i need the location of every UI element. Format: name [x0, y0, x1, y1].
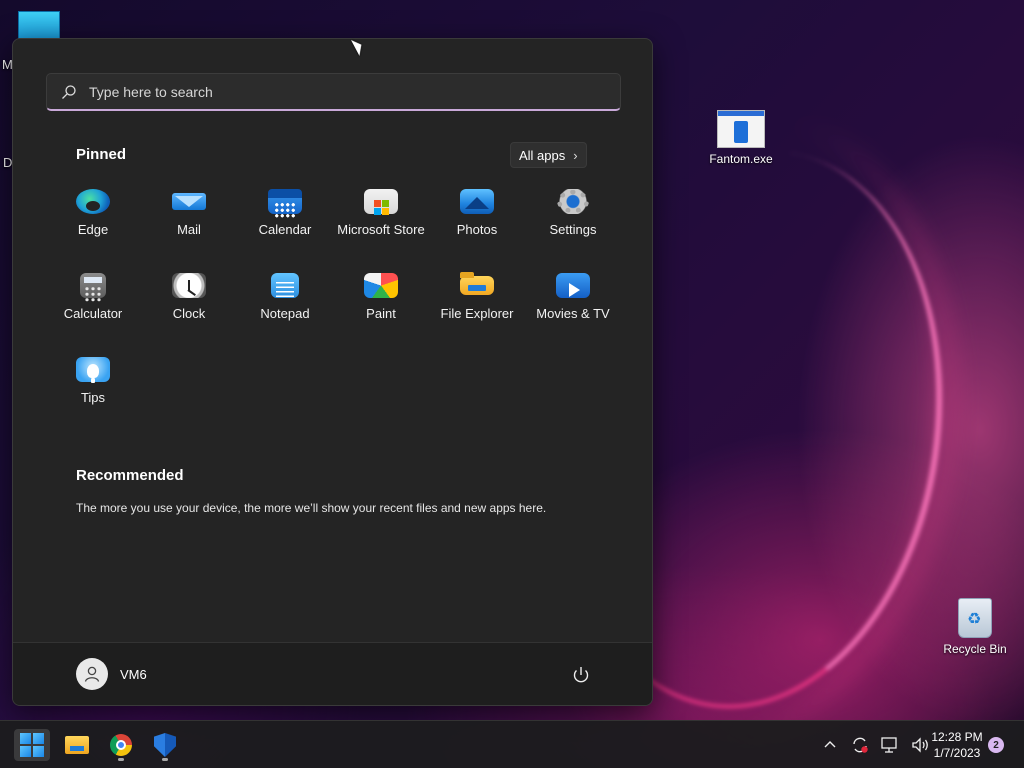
- user-avatar-icon: [76, 658, 108, 690]
- edge-icon: [76, 189, 110, 214]
- desktop-icon-label: Fantom.exe: [709, 152, 773, 166]
- start-menu: Pinned All apps › Edge Mail Calendar Mic…: [12, 38, 653, 706]
- network-icon[interactable]: [880, 735, 900, 755]
- chevron-right-icon: ›: [573, 147, 578, 163]
- start-footer: VM6: [13, 642, 652, 705]
- taskbar: 12:28 PM 1/7/2023 2: [0, 720, 1024, 768]
- notepad-icon: [271, 273, 299, 298]
- notification-badge[interactable]: 2: [988, 737, 1004, 753]
- pinned-app-mail[interactable]: Mail: [141, 189, 237, 237]
- search-input[interactable]: [89, 83, 589, 100]
- app-label: Settings: [549, 222, 597, 237]
- pinned-heading: Pinned: [76, 146, 127, 163]
- gear-icon: [556, 189, 590, 214]
- folder-icon: [65, 736, 89, 754]
- pinned-app-photos[interactable]: Photos: [429, 189, 525, 237]
- desktop-icon-fantom[interactable]: Fantom.exe: [699, 110, 783, 166]
- calendar-icon: [268, 189, 302, 218]
- recommended-empty-text: The more you use your device, the more w…: [76, 501, 547, 515]
- running-indicator: [118, 758, 124, 761]
- app-label: Calendar: [258, 222, 312, 237]
- desktop-icon-label: Recycle Bin: [943, 642, 1007, 656]
- executable-icon: [717, 110, 765, 148]
- pinned-app-calendar[interactable]: Calendar: [237, 189, 333, 237]
- pinned-app-movies-tv[interactable]: Movies & TV: [525, 273, 621, 321]
- lightbulb-icon: [76, 357, 110, 382]
- start-button[interactable]: [14, 729, 50, 761]
- user-account-button[interactable]: VM6: [76, 658, 147, 690]
- pinned-app-tips[interactable]: Tips: [45, 357, 141, 405]
- pinned-app-paint[interactable]: Paint: [333, 273, 429, 321]
- running-indicator: [162, 758, 168, 761]
- pinned-app-calculator[interactable]: Calculator: [45, 273, 141, 321]
- power-icon[interactable]: [570, 664, 592, 686]
- app-label: Clock: [172, 306, 206, 321]
- pinned-app-edge[interactable]: Edge: [45, 189, 141, 237]
- app-label: Microsoft Store: [337, 222, 425, 237]
- windows-logo-icon: [20, 733, 44, 757]
- app-label: Tips: [80, 390, 106, 405]
- pinned-app-clock[interactable]: Clock: [141, 273, 237, 321]
- pinned-app-settings[interactable]: Settings: [525, 189, 621, 237]
- pinned-app-notepad[interactable]: Notepad: [237, 273, 333, 321]
- clock-icon: [172, 273, 206, 298]
- clock-date: 1/7/2023: [933, 746, 981, 760]
- app-label: Photos: [456, 222, 498, 237]
- app-label: Edge: [77, 222, 109, 237]
- pinned-apps-grid: Edge Mail Calendar Microsoft Store Photo…: [45, 189, 621, 405]
- taskbar-windows-security[interactable]: [147, 729, 183, 761]
- sync-icon[interactable]: [850, 735, 870, 755]
- taskbar-clock[interactable]: 12:28 PM 1/7/2023: [924, 729, 990, 761]
- recycle-bin-icon: ♻: [958, 598, 992, 638]
- app-label: Calculator: [63, 306, 123, 321]
- app-label: File Explorer: [440, 306, 514, 321]
- app-label: Notepad: [260, 306, 310, 321]
- system-tray: [820, 721, 930, 768]
- desktop-icon-recycle-bin[interactable]: ♻ Recycle Bin: [933, 598, 1017, 656]
- all-apps-label: All apps: [519, 147, 566, 163]
- chevron-up-icon[interactable]: [820, 735, 840, 755]
- taskbar-file-explorer[interactable]: [59, 729, 95, 761]
- chrome-icon: [110, 734, 132, 756]
- app-label: Mail: [177, 222, 201, 237]
- calculator-icon: [80, 273, 106, 303]
- recommended-heading: Recommended: [76, 467, 184, 484]
- app-label: Paint: [366, 306, 396, 321]
- all-apps-button[interactable]: All apps ›: [510, 142, 587, 168]
- user-name: VM6: [120, 666, 147, 682]
- movies-icon: [556, 273, 590, 298]
- pinned-app-microsoft-store[interactable]: Microsoft Store: [333, 189, 429, 237]
- paint-icon: [364, 273, 398, 298]
- shield-icon: [154, 733, 176, 757]
- photos-icon: [460, 189, 494, 214]
- desktop-icon-partial[interactable]: [18, 11, 60, 41]
- taskbar-chrome[interactable]: [103, 729, 139, 761]
- mail-icon: [172, 193, 206, 210]
- pinned-app-file-explorer[interactable]: File Explorer: [429, 272, 525, 321]
- search-box[interactable]: [46, 73, 621, 111]
- store-icon: [364, 189, 398, 215]
- app-label: Movies & TV: [536, 306, 610, 321]
- clock-time: 12:28 PM: [931, 730, 983, 744]
- folder-icon: [460, 272, 494, 295]
- search-icon: [62, 84, 76, 99]
